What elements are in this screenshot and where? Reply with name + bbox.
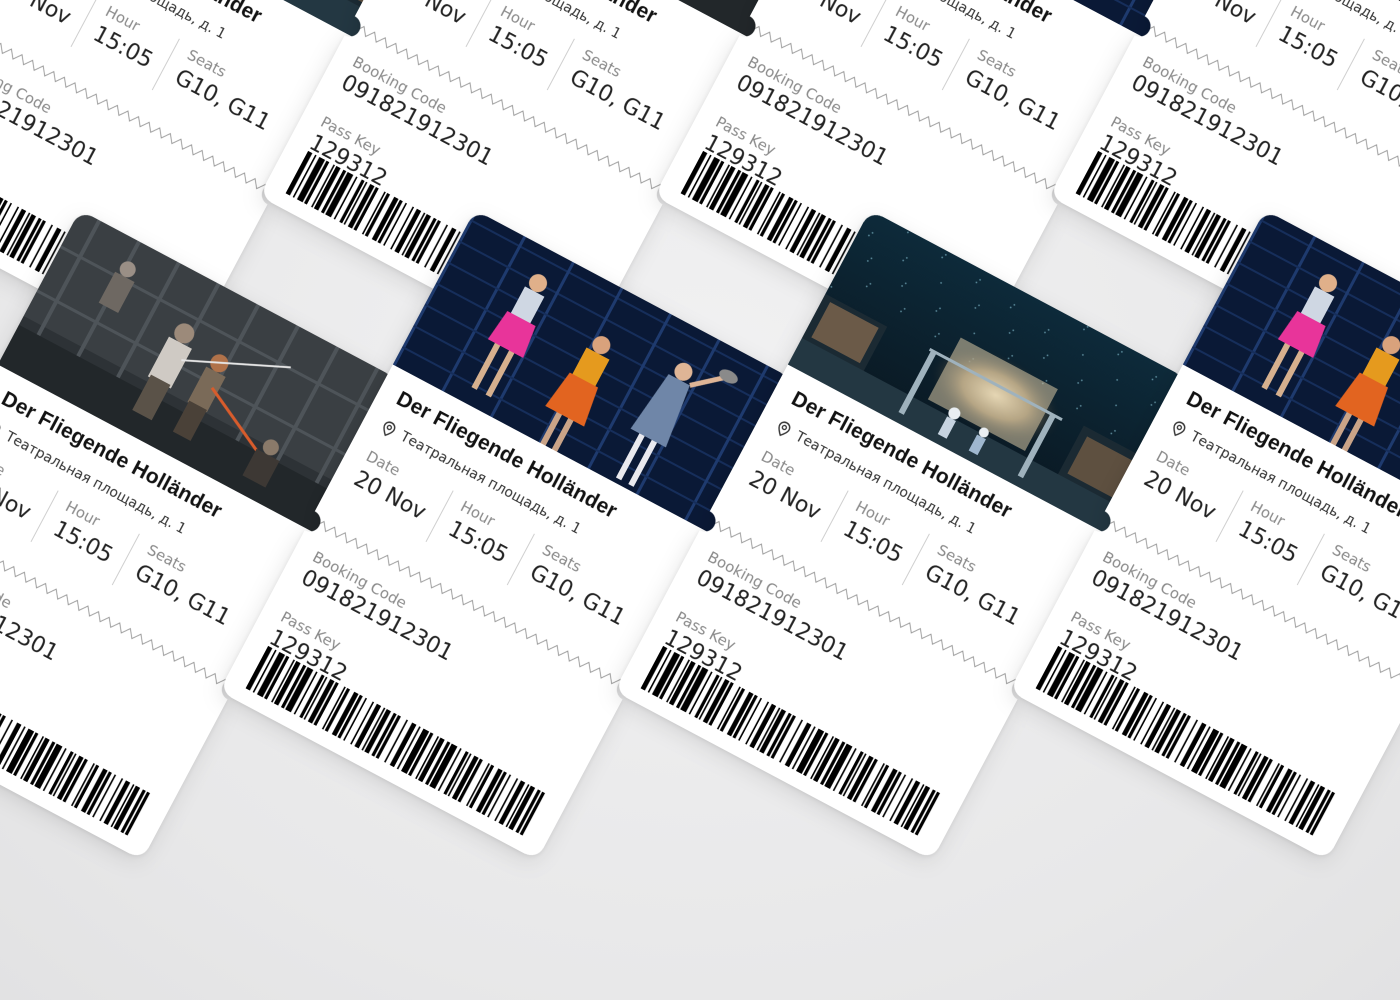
seats-cell: Seats G10, G11	[165, 46, 296, 153]
hour-cell: Hour 15:05	[478, 2, 576, 91]
seats-cell: Seats G10, G11	[915, 541, 1046, 648]
barcode	[0, 646, 152, 837]
date-cell: Date 20 Nov	[1174, 0, 1284, 48]
hour-cell: Hour 15:05	[1268, 2, 1366, 91]
date-cell: Date 20 Nov	[384, 0, 494, 48]
hour-cell: Hour 15:05	[438, 497, 536, 586]
date-cell: Date 20 Nov	[779, 0, 889, 48]
date-value: 20 Nov	[0, 0, 76, 31]
seats-cell: Seats G10, G11	[955, 46, 1086, 153]
date-cell: Date 20 Nov	[0, 0, 99, 48]
location-pin-icon	[1173, 421, 1186, 437]
ticket-mockup-canvas: Der Fliegende Holländer Театральная площ…	[0, 0, 1400, 1000]
seats-value: G10, G11	[1355, 65, 1400, 136]
location-pin-icon	[778, 421, 791, 437]
seats-cell: Seats G10, G11	[520, 541, 651, 648]
barcode	[1035, 645, 1338, 837]
seats-cell: Seats G10, G11	[560, 46, 691, 153]
hour-cell: Hour 15:05	[873, 2, 971, 91]
location-pin-icon	[0, 421, 1, 437]
hour-cell: Hour 15:05	[833, 497, 931, 586]
barcode	[640, 645, 943, 837]
hour-cell: Hour 15:05	[43, 497, 141, 586]
location-pin-icon	[383, 421, 396, 437]
date-value: 20 Nov	[784, 0, 866, 31]
barcode	[245, 645, 548, 837]
hour-cell: Hour 15:05	[1228, 497, 1326, 586]
date-value: 20 Nov	[1179, 0, 1261, 31]
seats-cell: Seats G10, G11	[125, 541, 256, 648]
hour-cell: Hour 15:05	[83, 2, 181, 91]
date-value: 20 Nov	[389, 0, 471, 31]
